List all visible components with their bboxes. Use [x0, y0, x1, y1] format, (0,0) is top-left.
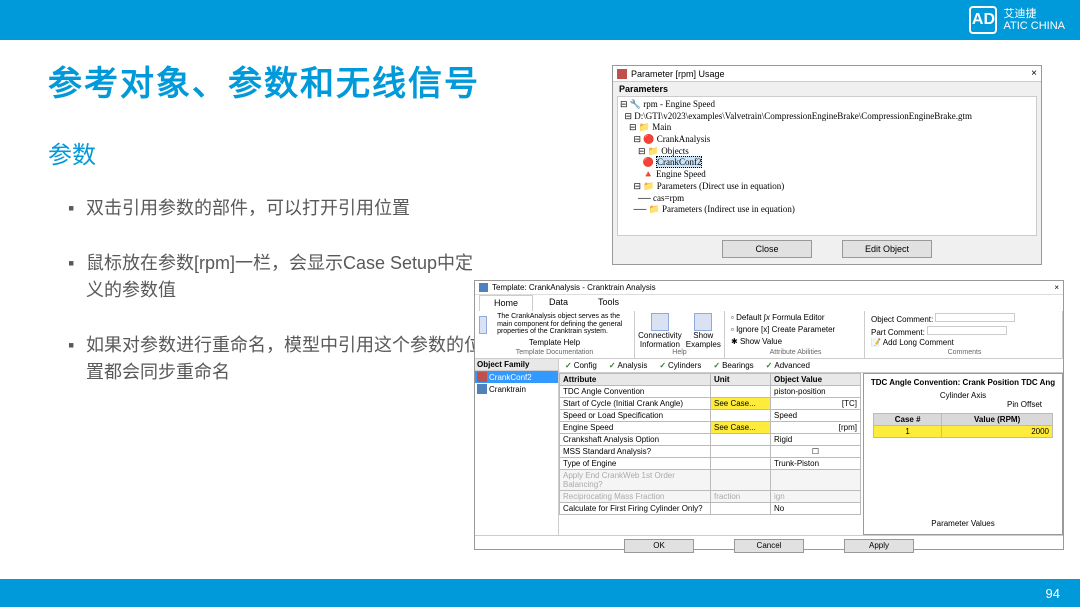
slide-subtitle: 参数	[48, 135, 96, 170]
parameter-values-label: Parameter Values	[931, 519, 994, 528]
case-table: Case #Value (RPM) 12000	[873, 413, 1053, 438]
slide-title: 参考对象、参数和无线信号	[48, 56, 480, 105]
bullet-item: 鼠标放在参数[rpm]一栏，会显示Case Setup中定义的参数值	[68, 250, 488, 304]
attribute-grid[interactable]: AttributeUnitObject Value TDC Angle Conv…	[559, 373, 861, 535]
tab-home[interactable]: Home	[479, 295, 533, 311]
tab-advanced[interactable]: ✓Advanced	[760, 359, 816, 372]
page-number: 94	[1046, 586, 1060, 601]
tab-config[interactable]: ✓Config	[559, 359, 603, 372]
tab-tools[interactable]: Tools	[584, 295, 633, 311]
cylinder-axis-label: Cylinder Axis	[940, 391, 986, 400]
tree-selected: CrankConf2	[656, 156, 703, 168]
popup-header: TDC Angle Convention: Crank Position TDC…	[871, 378, 1055, 387]
ok-button[interactable]: OK	[624, 539, 694, 553]
menu-tabs: Home Data Tools	[475, 295, 1063, 311]
template-crankanalysis-dialog: Template: CrankAnalysis - Cranktrain Ana…	[474, 280, 1064, 550]
template-help-label: Template Help	[529, 338, 580, 347]
dialog2-titlebar[interactable]: Template: CrankAnalysis - Cranktrain Ana…	[475, 281, 1063, 295]
bullet-item: 双击引用参数的部件，可以打开引用位置	[68, 195, 488, 222]
dialog-icon	[479, 283, 488, 292]
object-family-pane: Object Family CrankConf2 Cranktrain	[475, 359, 559, 535]
tdc-popup: TDC Angle Convention: Crank Position TDC…	[863, 373, 1063, 535]
tab-cylinders[interactable]: ✓Cylinders	[653, 359, 707, 372]
dialog2-title: Template: CrankAnalysis - Cranktrain Ana…	[492, 283, 656, 292]
tab-analysis[interactable]: ✓Analysis	[603, 359, 654, 372]
object-item-selected[interactable]: CrankConf2	[475, 371, 558, 383]
template-description: The CrankAnalysis object serves as the m…	[497, 313, 630, 336]
tab-bearings[interactable]: ✓Bearings	[707, 359, 759, 372]
brand-logo: AD 艾迪捷 ATIC CHINA	[969, 6, 1065, 34]
tab-data[interactable]: Data	[535, 295, 582, 311]
bottom-bar: 94	[0, 579, 1080, 607]
edit-object-button[interactable]: Edit Object	[842, 240, 932, 258]
top-bar: AD 艾迪捷 ATIC CHINA	[0, 0, 1080, 40]
close-icon[interactable]: ×	[1054, 283, 1059, 292]
dialog-titlebar[interactable]: Parameter [rpm] Usage ×	[613, 66, 1041, 82]
filter-tabs: ✓Config ✓Analysis ✓Cylinders ✓Bearings ✓…	[559, 359, 1063, 373]
pin-offset-label: Pin Offset	[1007, 400, 1042, 409]
object-family-header: Object Family	[475, 359, 558, 371]
ribbon: The CrankAnalysis object serves as the m…	[475, 311, 1063, 359]
cancel-button[interactable]: Cancel	[734, 539, 804, 553]
logo-icon: AD	[969, 6, 997, 34]
apply-button[interactable]: Apply	[844, 539, 914, 553]
brand-cn: 艾迪捷	[1003, 8, 1065, 20]
close-button[interactable]: Close	[722, 240, 812, 258]
bullet-list: 双击引用参数的部件，可以打开引用位置 鼠标放在参数[rpm]一栏，会显示Case…	[68, 195, 488, 414]
parameter-usage-dialog: Parameter [rpm] Usage × Parameters ⊟ 🔧 r…	[612, 65, 1042, 265]
bullet-item: 如果对参数进行重命名，模型中引用这个参数的位置都会同步重命名	[68, 332, 488, 386]
tree-view[interactable]: ⊟ 🔧 rpm - Engine Speed ⊟ D:\GTI\v2023\ex…	[617, 96, 1037, 236]
dialog-icon	[617, 69, 627, 79]
template-help-icon[interactable]	[479, 316, 487, 334]
close-icon[interactable]: ×	[1031, 68, 1037, 79]
object-item[interactable]: Cranktrain	[475, 383, 558, 395]
dialog-title: Parameter [rpm] Usage	[631, 69, 725, 79]
parameters-header: Parameters	[613, 82, 1041, 96]
brand-en: ATIC CHINA	[1003, 20, 1065, 32]
